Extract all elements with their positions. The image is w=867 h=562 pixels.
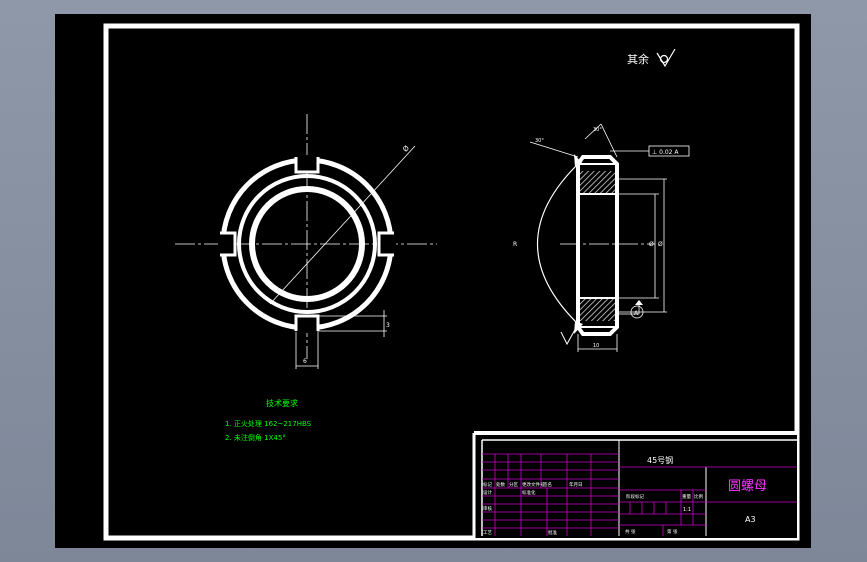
tech-req-item-1: 1. 正火处理 162~217HBS	[225, 419, 312, 428]
scale-value-label: 1:1	[683, 507, 691, 513]
slot-depth-label: 3	[386, 322, 390, 329]
cell-sign: 签名	[543, 481, 552, 488]
cell-zone: 分区	[509, 481, 518, 488]
part-name-label: 圆螺母	[728, 479, 767, 494]
roughness-note-label: 其余	[627, 52, 649, 66]
material-label: 45号钢	[647, 455, 673, 465]
cell-design: 设计	[483, 489, 492, 496]
datum-label: A	[634, 310, 639, 317]
roughness-symbol-icon	[656, 48, 676, 68]
cell-stage: 阶段标记	[626, 493, 644, 500]
inner-dia-label: Ø	[649, 241, 654, 248]
title-block: 45号钢 圆螺母 A3 1:1 标记 处数 分区 更改文件号 签名 年月日 设计…	[472, 431, 799, 538]
front-view: Ø 6 3	[175, 114, 437, 369]
outer-dia-label: Ø	[658, 241, 663, 248]
cell-sheet-no: 第 张	[667, 528, 678, 535]
cell-count: 处数	[496, 481, 505, 488]
thickness-label: 10	[593, 343, 599, 349]
cell-total-sheets: 共 张	[625, 528, 636, 535]
cell-scale: 比例	[694, 493, 703, 500]
sheet-size-label: A3	[745, 515, 756, 524]
engineering-drawing: 其余 Ø 6 3 R 30° 30° ⊥ 0.02 A Ø Ø A 10 技术要…	[103, 23, 800, 541]
cell-process: 工艺	[483, 530, 492, 536]
tolerance-box-label: ⊥ 0.02 A	[652, 149, 679, 156]
tech-req-item-2: 2. 未注倒角 1X45°	[225, 433, 286, 442]
cad-viewport[interactable]: 其余 Ø 6 3 R 30° 30° ⊥ 0.02 A Ø Ø A 10 技术要…	[55, 14, 811, 548]
cell-standard: 标准化	[522, 489, 536, 496]
cell-review: 审核	[483, 505, 492, 512]
chamfer-top-label: 30°	[593, 127, 602, 133]
cell-weight: 重量	[682, 493, 691, 500]
profile-arc-label: R	[513, 241, 517, 248]
tech-req-title: 技术要求	[266, 398, 298, 408]
chamfer-left-label: 30°	[535, 138, 544, 144]
cell-change-doc: 更改文件号	[522, 481, 545, 488]
slot-width-label: 6	[303, 358, 307, 365]
side-view: R 30° 30° ⊥ 0.02 A Ø Ø A 10	[513, 123, 690, 352]
tech-requirements: 技术要求 1. 正火处理 162~217HBS 2. 未注倒角 1X45°	[225, 398, 312, 442]
cell-date: 年月日	[569, 481, 583, 488]
cell-approve: 批准	[548, 529, 557, 536]
cell-mark: 标记	[483, 481, 492, 488]
